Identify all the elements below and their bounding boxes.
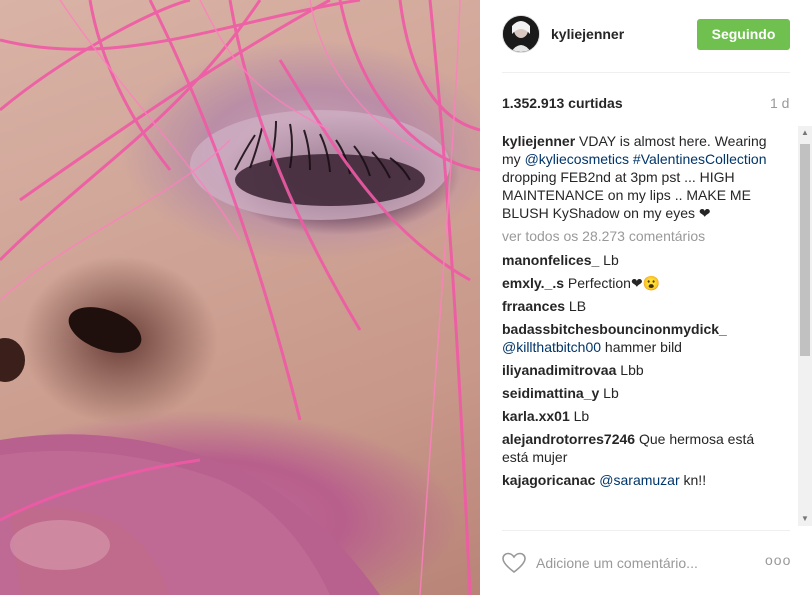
comment-row: manonfelices_ Lb [502,251,772,269]
comment-row: iliyanadimitrovaa Lbb [502,361,772,379]
avatar[interactable] [502,15,540,53]
post-time[interactable]: 1 d [770,95,789,111]
caption: kyliejenner VDAY is almost here. Wearing… [502,132,772,222]
comment-username[interactable]: alejandrotorres7246 [502,431,635,447]
post-photo[interactable] [0,0,480,595]
comment-row: seidimattina_y Lb [502,384,772,402]
comment-mention[interactable]: @killthatbitch00 [502,339,601,355]
comment-text: hammer bild [601,339,682,355]
scrollbar-thumb[interactable] [800,144,810,356]
comment-row: badassbitchesbouncinonmydick_ @killthatb… [502,320,772,356]
divider [502,530,790,531]
comment-row: emxly._.s Perfection❤😮 [502,274,772,292]
comment-text: Perfection❤😮 [564,275,661,291]
comment-text: Lb [599,385,619,401]
caption-text: dropping FEB2nd at 3pm pst ... HIGH MAIN… [502,169,751,221]
comment-row: alejandrotorres7246 Que hermosa está est… [502,430,772,466]
comments-scrollbar[interactable]: ▲ ▼ [798,126,812,526]
view-all-comments-link[interactable]: ver todos os 28.273 comentários [502,227,772,245]
following-button[interactable]: Seguindo [697,19,790,50]
comment-text: Lbb [616,362,644,378]
scroll-down-icon[interactable]: ▼ [798,512,812,526]
comment-username[interactable]: badassbitchesbouncinonmydick_ [502,321,727,337]
heart-icon[interactable] [502,552,526,574]
heart-emoji: ❤ [698,205,711,221]
post-sidebar: kyliejenner Seguindo 1.352.913 curtidas … [480,0,812,595]
more-options-icon[interactable]: ooo [765,552,791,572]
comment-username[interactable]: karla.xx01 [502,408,570,424]
comment-username[interactable]: emxly._.s [502,275,564,291]
comment-text: Lb [569,408,590,424]
comment-input[interactable] [536,554,736,572]
comments-list[interactable]: kyliejenner VDAY is almost here. Wearing… [502,132,772,528]
comment-row: kajagoricanac @saramuzar kn!! [502,471,772,489]
comment-username[interactable]: manonfelices_ [502,252,599,268]
comment-row: karla.xx01 Lb [502,407,772,425]
comment-username[interactable]: seidimattina_y [502,385,599,401]
comment-text: Lb [599,252,619,268]
comment-text: LB [565,298,587,314]
post-header: kyliejenner Seguindo [480,0,812,72]
post-username[interactable]: kyliejenner [551,26,624,42]
caption-hashtag[interactable]: #ValentinesCollection [633,151,767,167]
likes-count[interactable]: 1.352.913 curtidas [502,95,623,111]
comment-row: frraances LB [502,297,772,315]
comment-username[interactable]: kajagoricanac [502,472,595,488]
divider [502,72,790,73]
caption-mention[interactable]: @kyliecosmetics [525,151,629,167]
scroll-up-icon[interactable]: ▲ [798,126,812,140]
caption-username[interactable]: kyliejenner [502,133,575,149]
comment-username[interactable]: iliyanadimitrovaa [502,362,616,378]
comment-mention[interactable]: @saramuzar [595,472,679,488]
comment-username[interactable]: frraances [502,298,565,314]
comment-text: kn!! [679,472,707,488]
photo-illustration [0,0,480,595]
